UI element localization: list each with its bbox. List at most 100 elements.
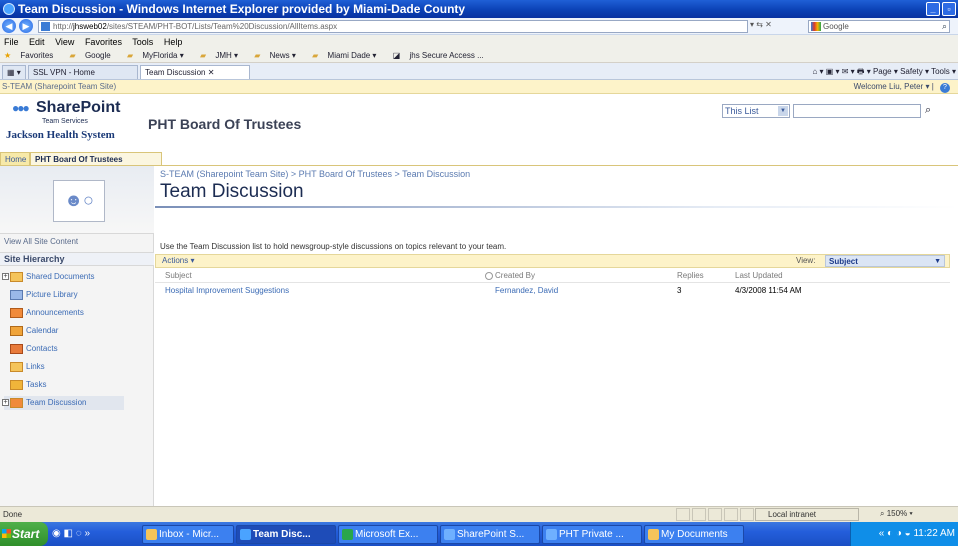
actions-menu[interactable]: Actions ▾: [162, 255, 194, 267]
title-divider: [155, 206, 958, 208]
created-by-link[interactable]: Fernandez, David: [495, 284, 558, 298]
taskbar-sharepoint[interactable]: SharePoint S...: [440, 525, 540, 544]
back-icon[interactable]: ◀: [2, 19, 16, 33]
nav-picture-library[interactable]: Picture Library: [4, 288, 78, 302]
nav-announcements[interactable]: Announcements: [4, 306, 84, 320]
column-created-by[interactable]: Created By: [485, 269, 535, 283]
tab-team-discussion[interactable]: Team Discussion ✕: [140, 65, 250, 79]
view-select[interactable]: Subject ▼: [825, 255, 945, 267]
taskbar-inbox[interactable]: Inbox - Micr...: [142, 525, 234, 544]
refresh-stop-icons[interactable]: ▾ ⇆ ✕: [750, 20, 772, 29]
chevron-down-icon: ▼: [934, 258, 941, 265]
logo-text: SharePoint: [36, 99, 121, 116]
favorites-button[interactable]: ★ Favorites: [4, 51, 60, 60]
nav-calendar[interactable]: Calendar: [4, 324, 58, 338]
search-go-icon[interactable]: ⌕: [925, 104, 931, 117]
search-input[interactable]: Google ⌕: [808, 20, 950, 33]
taskbar-pht-private[interactable]: PHT Private ...: [542, 525, 642, 544]
clock: 11:22 AM: [913, 528, 955, 539]
site-search-input[interactable]: [793, 104, 921, 118]
taskbar-team-discussion[interactable]: Team Disc...: [236, 525, 336, 544]
view-all-site-content-link[interactable]: View All Site Content: [4, 237, 78, 246]
tab-label: SSL VPN - Home: [33, 68, 95, 77]
fav-jhs-secure[interactable]: ◪ jhs Secure Access ...: [393, 51, 491, 60]
start-button[interactable]: Start: [0, 522, 48, 546]
links-icon: [10, 362, 23, 372]
taskbar-label: Team Disc...: [253, 529, 311, 540]
discussion-subject-link[interactable]: Hospital Improvement Suggestions: [165, 284, 289, 298]
expand-icon[interactable]: +: [2, 273, 9, 280]
fav-news[interactable]: ▰ News ▾: [254, 51, 303, 60]
status-text: Done: [3, 510, 23, 519]
contacts-icon: [10, 344, 23, 354]
tab-ssl-vpn[interactable]: SSL VPN - Home: [28, 65, 138, 79]
site-logo[interactable]: ●●● SharePoint Team Services Jackson Hea…: [6, 99, 146, 157]
taskbar-my-documents[interactable]: My Documents: [644, 525, 744, 544]
fav-myflorida-label: MyFlorida ▾: [142, 51, 184, 60]
status-bar: Done Local intranet ⌕ 150% ▾: [0, 506, 958, 522]
column-last-updated[interactable]: Last Updated: [735, 269, 783, 283]
breadcrumb[interactable]: S-TEAM (Sharepoint Team Site) > PHT Boar…: [160, 169, 470, 179]
welcome-label: Welcome Liu, Peter ▾: [853, 82, 930, 91]
menu-file[interactable]: File: [4, 37, 19, 47]
nav-contacts[interactable]: Contacts: [4, 342, 58, 356]
fav-miami-dade[interactable]: ▰ Miami Dade ▾: [312, 51, 383, 60]
fav-myflorida[interactable]: ▰ MyFlorida ▾: [127, 51, 191, 60]
address-input[interactable]: http://jhsweb02/sites/STEAM/PHT-BOT/List…: [38, 20, 748, 33]
favorites-label: Favorites: [20, 51, 54, 60]
folder-icon: ▰: [254, 51, 261, 60]
site-link[interactable]: S-TEAM (Sharepoint Team Site): [2, 82, 116, 91]
column-replies[interactable]: Replies: [677, 269, 704, 283]
zoom-control[interactable]: ⌕ 150% ▾: [880, 508, 913, 520]
nav-pht-board[interactable]: PHT Board Of Trustees: [30, 152, 162, 166]
security-zone[interactable]: Local intranet: [755, 508, 859, 521]
help-icon[interactable]: ?: [940, 83, 950, 93]
reply-count: 3: [677, 286, 682, 295]
nav-label: Announcements: [26, 308, 84, 317]
nav-label: Shared Documents: [26, 272, 95, 281]
nav-home[interactable]: Home: [0, 152, 30, 166]
site-title[interactable]: PHT Board Of Trustees: [148, 116, 301, 132]
list-toolbar: Actions ▾ View: Subject ▼: [155, 254, 950, 268]
nav-shared-documents[interactable]: + Shared Documents: [2, 270, 95, 284]
welcome-menu[interactable]: Welcome Liu, Peter ▾ | ?: [854, 80, 950, 94]
minimize-button[interactable]: _: [926, 2, 940, 16]
nav-tasks[interactable]: Tasks: [4, 378, 46, 392]
restore-button[interactable]: ▫: [942, 2, 956, 16]
picture-icon: [10, 290, 23, 300]
column-subject[interactable]: Subject: [165, 269, 192, 283]
expand-icon[interactable]: +: [2, 399, 9, 406]
quick-launch-icons[interactable]: ◉ ◧ ◌ »: [52, 528, 90, 539]
nav-links[interactable]: Links: [4, 360, 45, 374]
page-icon: ◪: [392, 51, 401, 60]
menu-edit[interactable]: Edit: [29, 37, 45, 47]
taskbar-microsoft-excel[interactable]: Microsoft Ex...: [338, 525, 438, 544]
search-icon[interactable]: ⌕: [942, 21, 947, 32]
nav-label: Links: [26, 362, 45, 371]
close-icon[interactable]: ✕: [208, 68, 215, 77]
menu-favorites[interactable]: Favorites: [85, 37, 122, 47]
fav-jmh[interactable]: ▰ JMH ▾: [200, 51, 245, 60]
search-scope-select[interactable]: This List ▼: [722, 104, 790, 118]
sharepoint-global-bar: S-TEAM (Sharepoint Team Site) Welcome Li…: [0, 80, 958, 94]
nav-team-discussion[interactable]: + Team Discussion: [2, 396, 124, 410]
taskbar: Start ◉ ◧ ◌ » Inbox - Micr... Team Disc.…: [0, 522, 958, 546]
site-hierarchy-heading: Site Hierarchy: [0, 252, 154, 266]
logo-subtext: Team Services: [42, 118, 88, 125]
organization-name: Jackson Health System: [6, 129, 115, 141]
fav-google-label: Google: [84, 51, 111, 60]
menu-view[interactable]: View: [55, 37, 74, 47]
menu-tools[interactable]: Tools: [132, 37, 153, 47]
address-host: jhsweb02: [73, 22, 107, 31]
tray-icons[interactable]: « ◐ ◑ ◒: [879, 528, 914, 539]
zoom-level: 150% ▾: [886, 509, 913, 518]
fav-google[interactable]: ▰ Google: [70, 51, 118, 60]
table-header: Subject Created By Replies Last Updated: [155, 269, 950, 283]
menu-help[interactable]: Help: [164, 37, 183, 47]
quick-tabs-icon[interactable]: ▦ ▾: [2, 65, 26, 79]
page-icon: [41, 22, 50, 31]
command-bar[interactable]: ⌂ ▾ ▣ ▾ ✉ ▾ 🖶 ▾ Page ▾ Safety ▾ Tools ▾: [812, 65, 956, 78]
forward-icon[interactable]: ▶: [19, 19, 33, 33]
sharepoint-icon: [546, 529, 557, 540]
tab-row: ▦ ▾ SSL VPN - Home Team Discussion ✕ ⌂ ▾…: [0, 63, 958, 80]
